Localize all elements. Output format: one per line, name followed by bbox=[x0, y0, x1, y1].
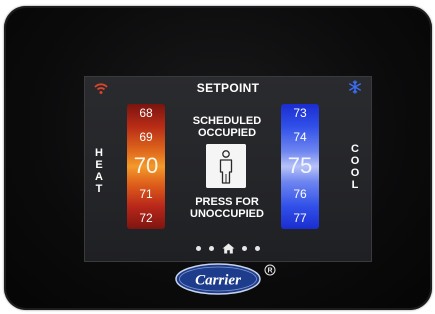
schedule-status: SCHEDULED OCCUPIED bbox=[192, 115, 262, 139]
cool-value-77[interactable]: 77 bbox=[281, 211, 319, 225]
page-dot[interactable] bbox=[254, 246, 260, 252]
heat-label: H E A T bbox=[95, 147, 103, 195]
svg-text:R: R bbox=[267, 268, 272, 275]
page-dot[interactable] bbox=[242, 246, 248, 252]
heat-value-71[interactable]: 71 bbox=[127, 187, 165, 201]
registered-mark-icon: R bbox=[264, 264, 276, 276]
home-icon[interactable] bbox=[222, 243, 235, 254]
heat-value-69[interactable]: 69 bbox=[127, 130, 165, 144]
page-title: SETPOINT bbox=[196, 81, 260, 95]
page-dot[interactable] bbox=[196, 246, 202, 252]
unoccupied-button[interactable]: PRESS FOR UNOCCUPIED bbox=[175, 196, 279, 220]
heat-value-68[interactable]: 68 bbox=[127, 106, 165, 120]
page-indicator bbox=[85, 240, 371, 258]
page-dot[interactable] bbox=[208, 246, 214, 252]
thermostat-device: SETPOINT H E A T 68 69 70 71 72 SCHEDULE… bbox=[4, 6, 432, 310]
heat-setpoint-current[interactable]: 70 bbox=[127, 153, 165, 179]
cool-value-76[interactable]: 76 bbox=[281, 187, 319, 201]
cool-setpoint-slider[interactable]: 73 74 75 76 77 bbox=[281, 104, 319, 229]
heat-setpoint-slider[interactable]: 68 69 70 71 72 bbox=[127, 104, 165, 229]
cool-value-73[interactable]: 73 bbox=[281, 106, 319, 120]
carrier-logo: Carrier bbox=[175, 263, 261, 295]
cool-label: C O O L bbox=[350, 143, 360, 191]
heat-value-72[interactable]: 72 bbox=[127, 211, 165, 225]
svg-text:Carrier: Carrier bbox=[195, 273, 241, 289]
snowflake-icon[interactable] bbox=[348, 80, 362, 94]
touch-screen[interactable]: SETPOINT H E A T 68 69 70 71 72 SCHEDULE… bbox=[84, 76, 372, 262]
cool-setpoint-current[interactable]: 75 bbox=[281, 153, 319, 179]
person-icon[interactable] bbox=[206, 144, 246, 188]
cool-value-74[interactable]: 74 bbox=[281, 130, 319, 144]
